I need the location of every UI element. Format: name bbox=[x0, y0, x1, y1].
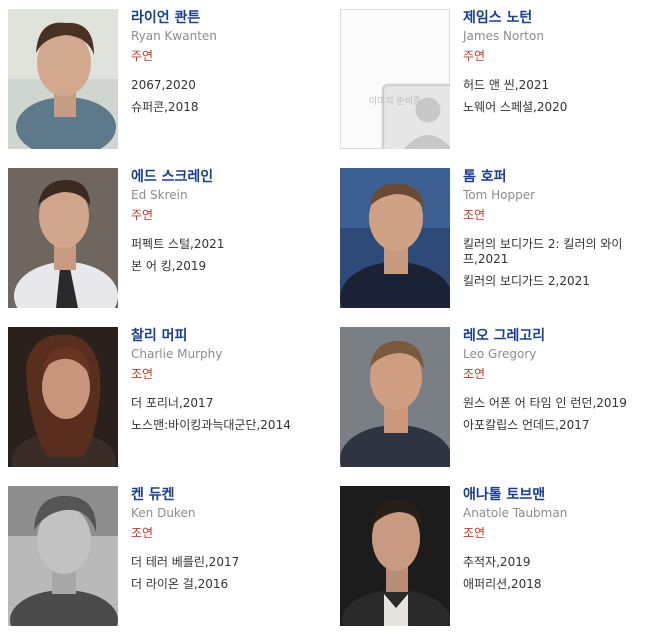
actor-english-name: Leo Gregory bbox=[463, 347, 537, 361]
filmography-item[interactable]: 더 라이온 걸,2016 bbox=[131, 577, 326, 592]
actor-english-name: Anatole Taubman bbox=[463, 506, 568, 520]
cast-card[interactable]: 라이언 콴튼 Ryan Kwanten 주연 2067,2020 슈퍼콘,201… bbox=[8, 9, 328, 151]
actor-photo[interactable] bbox=[340, 327, 450, 467]
filmography-item[interactable]: 원스 어폰 어 타임 인 런던,2019 bbox=[463, 396, 657, 411]
actor-english-name: Charlie Murphy bbox=[131, 347, 223, 361]
actor-photo[interactable] bbox=[8, 9, 118, 149]
actor-photo-image bbox=[8, 327, 118, 467]
filmography-item[interactable]: 더 테러 베를린,2017 bbox=[131, 555, 326, 570]
filmography-item[interactable]: 본 어 킹,2019 bbox=[131, 259, 326, 274]
filmography-item[interactable]: 노웨어 스페셜,2020 bbox=[463, 100, 657, 115]
actor-english-name: Ed Skrein bbox=[131, 188, 188, 202]
actor-english-name: Tom Hopper bbox=[463, 188, 536, 202]
actor-english-name: Ken Duken bbox=[131, 506, 196, 520]
actor-english-name: Ryan Kwanten bbox=[131, 29, 217, 43]
actor-korean-name[interactable]: 애나톨 토브맨 bbox=[463, 486, 657, 504]
actor-korean-name[interactable]: 제임스 노턴 bbox=[463, 9, 657, 27]
filmography-item[interactable]: 아포칼립스 언데드,2017 bbox=[463, 418, 657, 433]
filmography-item[interactable]: 킬러의 보디가드 2: 킬러의 와이프,2021 bbox=[463, 237, 657, 267]
actor-photo[interactable] bbox=[8, 327, 118, 467]
filmography-item[interactable]: 노스맨:바이킹과늑대군단,2014 bbox=[131, 418, 326, 433]
actor-role: 주연 bbox=[463, 49, 486, 63]
actor-photo-image bbox=[8, 9, 118, 149]
actor-korean-name[interactable]: 라이언 콴튼 bbox=[131, 9, 326, 27]
actor-role: 조연 bbox=[131, 526, 154, 540]
actor-role: 조연 bbox=[463, 367, 486, 381]
filmography-item[interactable]: 애퍼리션,2018 bbox=[463, 577, 657, 592]
actor-role: 조연 bbox=[463, 208, 486, 222]
cast-card[interactable]: 애나톨 토브맨 Anatole Taubman 조연 추적자,2019 애퍼리션… bbox=[340, 486, 657, 628]
actor-korean-name[interactable]: 찰리 머피 bbox=[131, 327, 326, 345]
actor-photo[interactable]: 이미지 준비중 bbox=[340, 9, 450, 149]
actor-photo-image bbox=[8, 168, 118, 308]
filmography-item[interactable]: 허드 앤 씬,2021 bbox=[463, 78, 657, 93]
filmography-item[interactable]: 퍼펙트 스털,2021 bbox=[131, 237, 326, 252]
cast-card[interactable]: 에드 스크레인 Ed Skrein 주연 퍼펙트 스털,2021 본 어 킹,2… bbox=[8, 168, 328, 310]
actor-korean-name[interactable]: 레오 그레고리 bbox=[463, 327, 657, 345]
filmography-item[interactable]: 더 포리너,2017 bbox=[131, 396, 326, 411]
actor-role: 주연 bbox=[131, 208, 154, 222]
filmography-item[interactable]: 추적자,2019 bbox=[463, 555, 657, 570]
actor-photo[interactable] bbox=[340, 168, 450, 308]
actor-role: 주연 bbox=[131, 49, 154, 63]
actor-english-name: James Norton bbox=[463, 29, 544, 43]
filmography-item[interactable]: 2067,2020 bbox=[131, 78, 326, 93]
cast-card[interactable]: 이미지 준비중 제임스 노턴 James Norton 주연 허드 앤 씬,20… bbox=[340, 9, 657, 151]
actor-korean-name[interactable]: 톰 호퍼 bbox=[463, 168, 657, 186]
cast-card[interactable]: 톰 호퍼 Tom Hopper 조연 킬러의 보디가드 2: 킬러의 와이프,2… bbox=[340, 168, 657, 310]
actor-photo-image bbox=[340, 327, 450, 467]
filmography-item[interactable]: 슈퍼콘,2018 bbox=[131, 100, 326, 115]
cast-card[interactable]: 레오 그레고리 Leo Gregory 조연 원스 어폰 어 타임 인 런던,2… bbox=[340, 327, 657, 469]
cast-card[interactable]: 켄 듀켄 Ken Duken 조연 더 테러 베를린,2017 더 라이온 걸,… bbox=[8, 486, 328, 628]
actor-photo-image bbox=[340, 486, 450, 626]
actor-photo-image bbox=[340, 168, 450, 308]
actor-role: 조연 bbox=[463, 526, 486, 540]
actor-photo-image bbox=[8, 486, 118, 626]
actor-korean-name[interactable]: 켄 듀켄 bbox=[131, 486, 326, 504]
actor-photo[interactable] bbox=[8, 486, 118, 626]
image-placeholder: 이미지 준비중 bbox=[340, 9, 450, 149]
actor-photo[interactable] bbox=[8, 168, 118, 308]
actor-korean-name[interactable]: 에드 스크레인 bbox=[131, 168, 326, 186]
cast-card[interactable]: 찰리 머피 Charlie Murphy 조연 더 포리너,2017 노스맨:바… bbox=[8, 327, 328, 469]
actor-role: 조연 bbox=[131, 367, 154, 381]
actor-photo[interactable] bbox=[340, 486, 450, 626]
filmography-item[interactable]: 킬러의 보디가드 2,2021 bbox=[463, 274, 657, 289]
image-placeholder-text: 이미지 준비중 bbox=[368, 97, 422, 107]
